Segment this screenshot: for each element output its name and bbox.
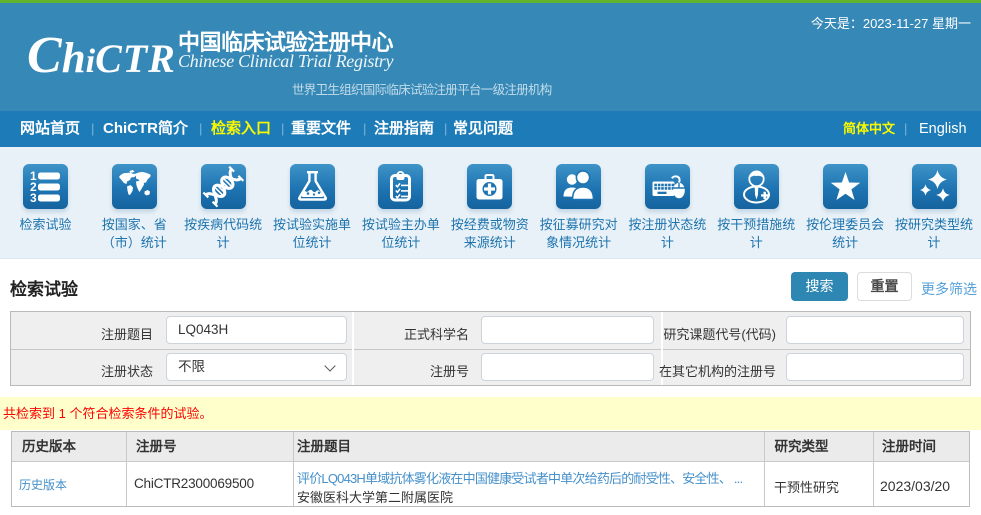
svg-text:3: 3 bbox=[30, 191, 37, 205]
